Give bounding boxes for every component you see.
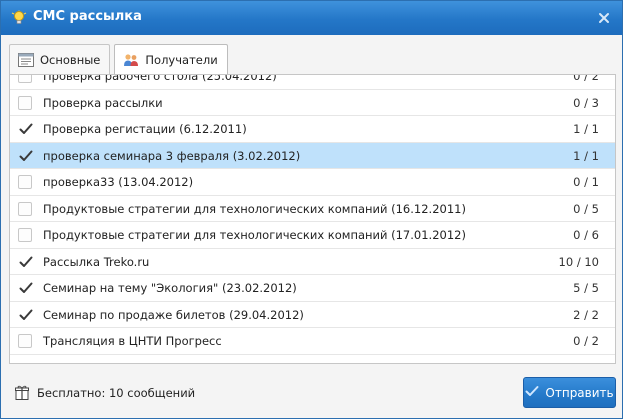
recipient-label: Продуктовые стратегии для технологически… <box>43 228 466 242</box>
send-button-label: Отправить <box>545 385 614 400</box>
recipient-count: 0 / 3 <box>573 95 599 110</box>
checkmark-icon <box>19 282 33 293</box>
recipient-row[interactable]: Проверка регистации (6.12.2011) 1 / 1 <box>10 116 615 143</box>
tab-general[interactable]: Основные <box>9 44 111 74</box>
tab-bar: Основные Получатели <box>9 44 228 75</box>
recipient-row[interactable]: Продуктовые стратегии для технологически… <box>10 196 615 222</box>
recipients-panel[interactable]: Проверка рабочего стола (25.04.2012) 0 / … <box>9 74 616 364</box>
recipient-row[interactable]: проверка33 (13.04.2012) 0 / 1 <box>10 169 615 196</box>
recipient-label: проверка33 (13.04.2012) <box>43 175 194 189</box>
recipient-label: Рассылка Treko.ru <box>43 254 150 269</box>
recipient-count: 0 / 2 <box>573 74 599 83</box>
close-icon[interactable] <box>596 10 612 26</box>
send-button[interactable]: Отправить <box>523 377 616 408</box>
recipient-label: проверка семинара 3 февраля (3.02.2012) <box>43 148 301 163</box>
checkbox-checked[interactable] <box>18 149 33 163</box>
recipient-count: 1 / 1 <box>573 148 599 163</box>
recipient-count: 0 / 6 <box>573 228 599 242</box>
checkbox-unchecked[interactable] <box>18 228 32 242</box>
users-icon <box>123 53 139 67</box>
recipient-row[interactable]: Семинар на тему "Экология" (23.02.2012) 5… <box>10 275 615 302</box>
recipient-label: Семинар по продаже билетов (29.04.2012) <box>43 307 304 322</box>
list-icon <box>18 52 34 67</box>
recipient-count: 2 / 2 <box>573 307 599 322</box>
recipient-list: Проверка рабочего стола (25.04.2012) 0 / … <box>10 74 615 355</box>
recipient-count: 0 / 1 <box>573 175 599 189</box>
free-messages-text: Бесплатно: 10 сообщений <box>37 386 196 400</box>
checkbox-checked[interactable] <box>18 281 33 295</box>
recipient-row[interactable]: Рассылка Treko.ru 10 / 10 <box>10 249 615 275</box>
recipient-row[interactable]: Проверка рассылки 0 / 3 <box>10 90 615 116</box>
sms-dialog: СМС рассылка Основные Получатели Проверк… <box>0 0 623 419</box>
window-title: СМС рассылка <box>33 9 142 24</box>
checkbox-unchecked[interactable] <box>18 334 32 348</box>
tab-general-label: Основные <box>40 52 101 67</box>
recipient-row[interactable]: Семинар по продаже билетов (29.04.2012) 2… <box>10 302 615 328</box>
recipient-row[interactable]: Проверка рабочего стола (25.04.2012) 0 / … <box>10 74 615 90</box>
recipient-label: Проверка регистации (6.12.2011) <box>43 122 247 136</box>
recipient-row[interactable]: Трансляция в ЦНТИ Прогресс 0 / 2 <box>10 328 615 355</box>
checkbox-unchecked[interactable] <box>18 95 32 110</box>
recipient-label: Проверка рассылки <box>43 95 163 110</box>
recipient-label: Продуктовые стратегии для технологически… <box>43 201 466 216</box>
checkmark-icon <box>19 150 33 161</box>
recipient-row[interactable]: проверка семинара 3 февраля (3.02.2012) 1… <box>10 142 615 169</box>
checkbox-checked[interactable] <box>18 122 33 136</box>
recipient-count: 0 / 5 <box>573 201 599 216</box>
tab-recipients[interactable]: Получатели <box>114 44 228 75</box>
checkbox-unchecked[interactable] <box>18 75 32 83</box>
checkbox-checked[interactable] <box>18 308 33 322</box>
title-bar[interactable]: СМС рассылка <box>1 1 622 35</box>
recipient-label: Трансляция в ЦНТИ Прогресс <box>43 334 222 348</box>
checkbox-checked[interactable] <box>18 255 33 269</box>
recipient-label: Проверка рабочего стола (25.04.2012) <box>43 74 277 83</box>
recipient-count: 1 / 1 <box>573 122 599 136</box>
checkmark-icon <box>19 309 33 320</box>
tab-recipients-label: Получатели <box>145 53 218 67</box>
recipient-label: Семинар на тему "Экология" (23.02.2012) <box>43 281 297 295</box>
gift-icon <box>15 385 29 400</box>
recipient-count: 10 / 10 <box>558 254 599 269</box>
bulb-icon <box>11 9 27 26</box>
checkbox-unchecked[interactable] <box>18 201 32 216</box>
check-icon <box>525 385 539 400</box>
checkmark-icon <box>19 123 33 134</box>
recipient-row[interactable]: Продуктовые стратегии для технологически… <box>10 222 615 249</box>
recipient-count: 0 / 2 <box>573 334 599 348</box>
checkbox-unchecked[interactable] <box>18 175 32 189</box>
checkmark-icon <box>19 256 33 267</box>
recipient-count: 5 / 5 <box>573 281 599 295</box>
